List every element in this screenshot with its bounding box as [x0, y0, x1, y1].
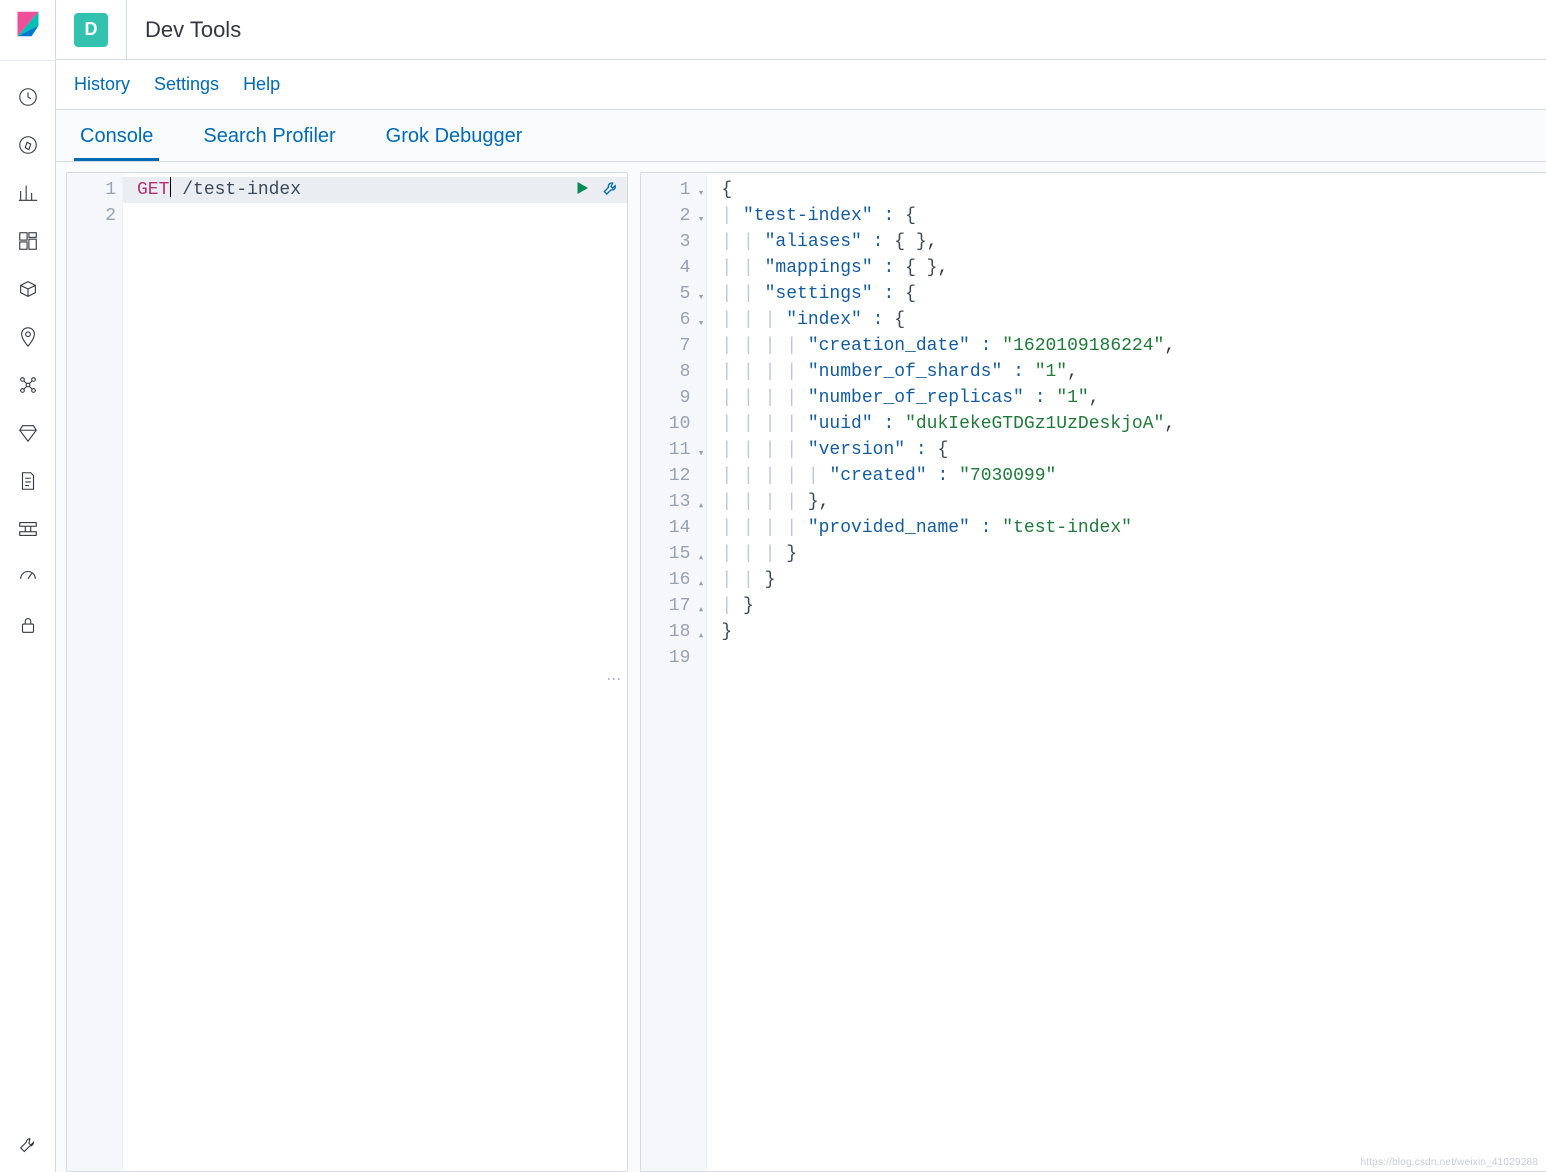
response-code[interactable]: { | "test-index" : { | | "aliases" : { }… — [707, 173, 1546, 1171]
main-area: D Dev Tools History Settings Help Consol… — [56, 0, 1546, 1172]
graph-icon[interactable] — [16, 373, 40, 397]
uptime-icon[interactable] — [16, 565, 40, 589]
response-viewer[interactable]: 12345678910111213141516171819 { | "test-… — [640, 172, 1546, 1172]
dev-tools-icon[interactable] — [16, 1134, 40, 1158]
request-gutter: 1 2 — [67, 173, 123, 1171]
console-toolbar: History Settings Help — [56, 60, 1546, 110]
http-method: GET — [137, 180, 169, 200]
app-badge: D — [74, 13, 108, 47]
help-link[interactable]: Help — [243, 74, 280, 95]
recent-icon[interactable] — [16, 85, 40, 109]
discover-icon[interactable] — [16, 133, 40, 157]
apm-icon[interactable] — [16, 517, 40, 541]
text-cursor — [170, 177, 171, 197]
canvas-icon[interactable] — [16, 277, 40, 301]
response-gutter: 12345678910111213141516171819 — [641, 173, 707, 1171]
request-code[interactable]: GET /test-index — [123, 173, 628, 203]
request-editor[interactable]: 1 2 GET /test-index ⋮ — [66, 172, 628, 1172]
page-title: Dev Tools — [126, 0, 241, 60]
tab-bar: Console Search Profiler Grok Debugger — [56, 110, 1546, 162]
security-icon[interactable] — [16, 613, 40, 637]
pane-resize-handle[interactable]: ⋮ — [599, 672, 625, 684]
sidebar — [0, 0, 56, 1172]
logs-icon[interactable] — [16, 469, 40, 493]
play-icon[interactable] — [573, 179, 591, 208]
tab-grok-debugger[interactable]: Grok Debugger — [380, 113, 529, 161]
settings-link[interactable]: Settings — [154, 74, 219, 95]
page-header: D Dev Tools — [56, 0, 1546, 60]
kibana-logo[interactable] — [14, 10, 42, 38]
wrench-icon[interactable] — [601, 179, 621, 208]
sidebar-separator — [0, 60, 55, 61]
visualize-icon[interactable] — [16, 181, 40, 205]
dashboard-icon[interactable] — [16, 229, 40, 253]
history-link[interactable]: History — [74, 74, 130, 95]
tab-search-profiler[interactable]: Search Profiler — [197, 113, 341, 161]
console-split: 1 2 GET /test-index ⋮ 123456789101112131… — [56, 162, 1546, 1172]
siem-icon[interactable] — [16, 421, 40, 445]
request-path: /test-index — [182, 180, 301, 200]
maps-icon[interactable] — [16, 325, 40, 349]
tab-console[interactable]: Console — [74, 113, 159, 161]
